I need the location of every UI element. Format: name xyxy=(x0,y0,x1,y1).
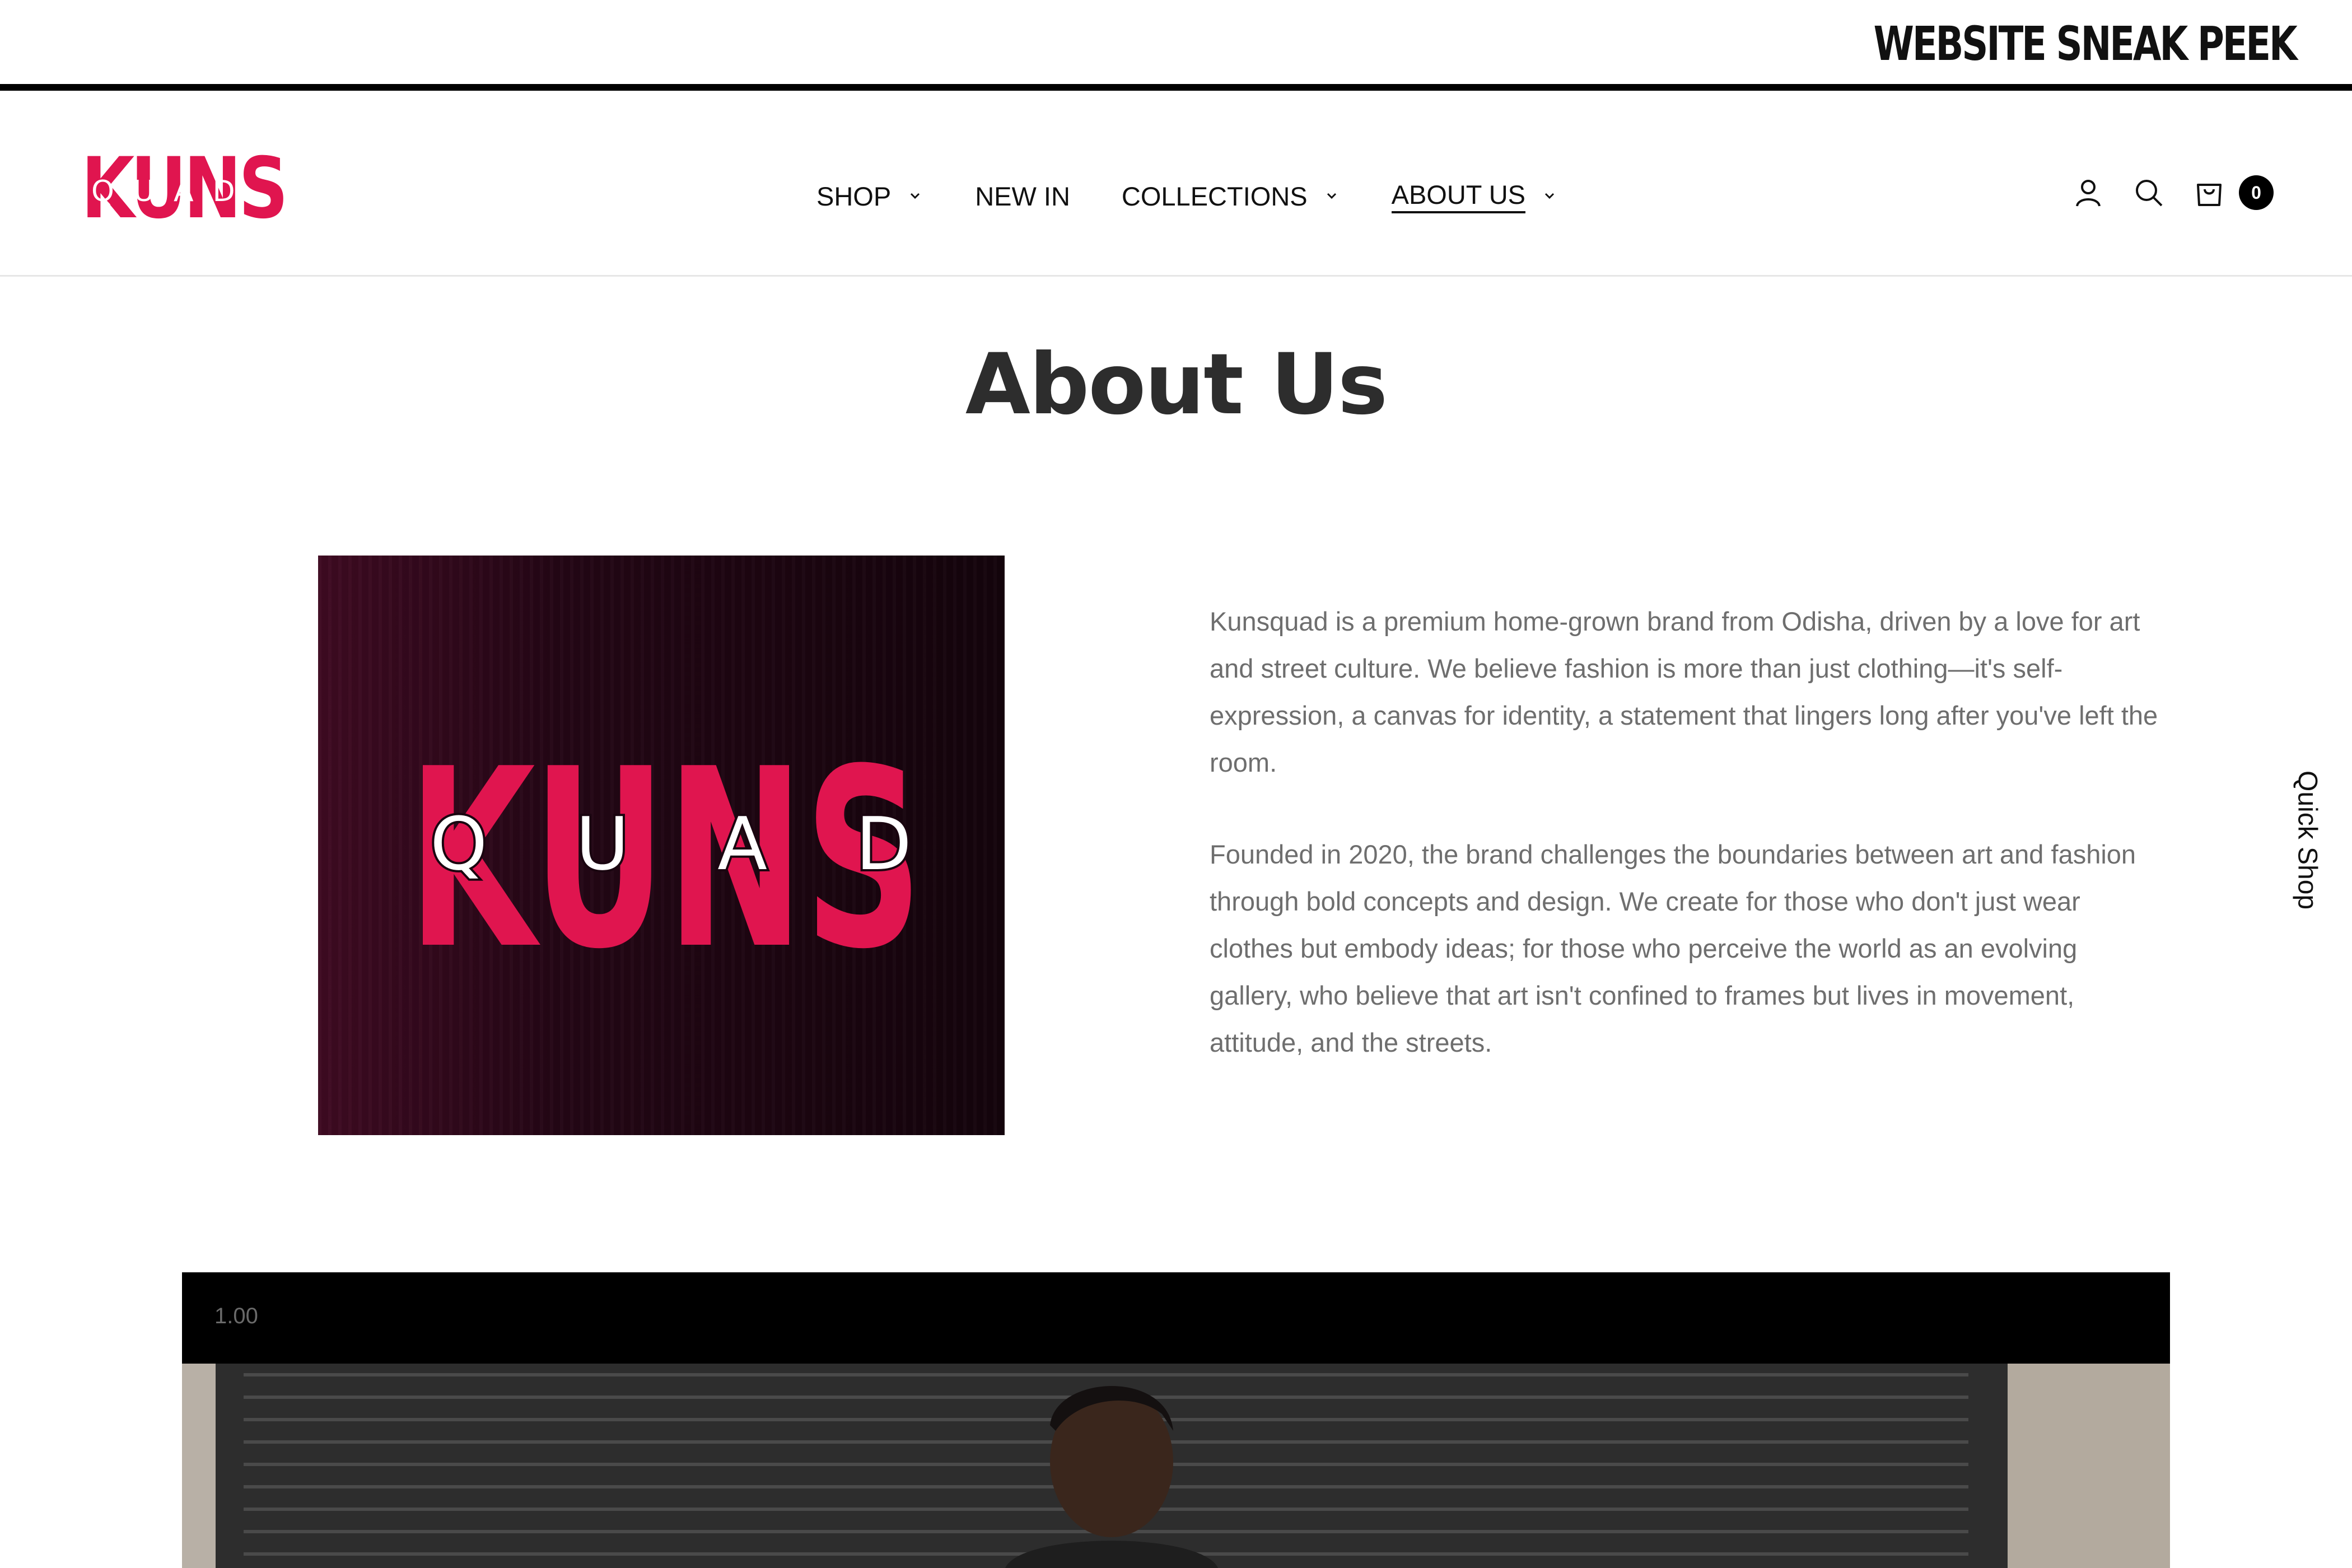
banner-divider xyxy=(0,84,2352,91)
video-frame[interactable] xyxy=(182,1364,2170,1568)
nav-collections[interactable]: COLLECTIONS xyxy=(1122,181,1340,212)
kunsquad-logo-graphic: KUNS QUAD xyxy=(408,716,923,1003)
nav-new-in-label: NEW IN xyxy=(975,181,1070,211)
banner-text: WEBSITE SNEAK PEEK xyxy=(1873,16,2298,71)
nav-about-us[interactable]: ABOUT US xyxy=(1391,179,1558,213)
chevron-down-icon xyxy=(1544,193,1555,199)
account-icon[interactable] xyxy=(2069,173,2108,212)
search-icon[interactable] xyxy=(2129,173,2168,212)
about-paragraph-1: Kunsquad is a premium home-grown brand f… xyxy=(1210,606,2158,777)
header-actions: 0 xyxy=(2047,170,2274,215)
nav-about-us-label: ABOUT US xyxy=(1391,179,1526,213)
playback-speed[interactable]: 1.00 xyxy=(214,1304,258,1329)
chevron-down-icon xyxy=(911,193,920,199)
logo-sub: QUAD xyxy=(91,175,254,208)
about-text: Kunsquad is a premium home-grown brand f… xyxy=(1210,598,2162,1111)
nav-shop[interactable]: SHOP xyxy=(816,181,923,212)
video-still xyxy=(182,1364,2170,1568)
brand-image: KUNS QUAD xyxy=(318,556,1005,1135)
nav-new-in[interactable]: NEW IN xyxy=(975,181,1070,212)
nav-shop-label: SHOP xyxy=(816,181,892,211)
brand-logo[interactable]: KUNS QUAD xyxy=(81,147,288,231)
page-title: About Us xyxy=(965,336,1388,433)
video-player[interactable]: 1.00 xyxy=(182,1272,2170,1568)
chevron-down-icon xyxy=(1327,193,1336,199)
announcement-banner: WEBSITE SNEAK PEEK xyxy=(0,0,2352,84)
quick-shop-label: Quick Shop xyxy=(2292,770,2322,910)
main-nav: SHOP NEW IN COLLECTIONS ABOUT US xyxy=(816,174,1609,218)
about-paragraph-2: Founded in 2020, the brand challenges th… xyxy=(1210,839,2136,1057)
quick-shop-tab[interactable]: Quick Shop xyxy=(2274,767,2341,913)
nav-collections-label: COLLECTIONS xyxy=(1121,181,1308,211)
cart-count-badge[interactable]: 0 xyxy=(2239,175,2274,210)
cart-icon[interactable] xyxy=(2190,173,2229,212)
site-header: KUNS QUAD SHOP NEW IN COLLECTIONS ABOUT … xyxy=(0,91,2352,277)
